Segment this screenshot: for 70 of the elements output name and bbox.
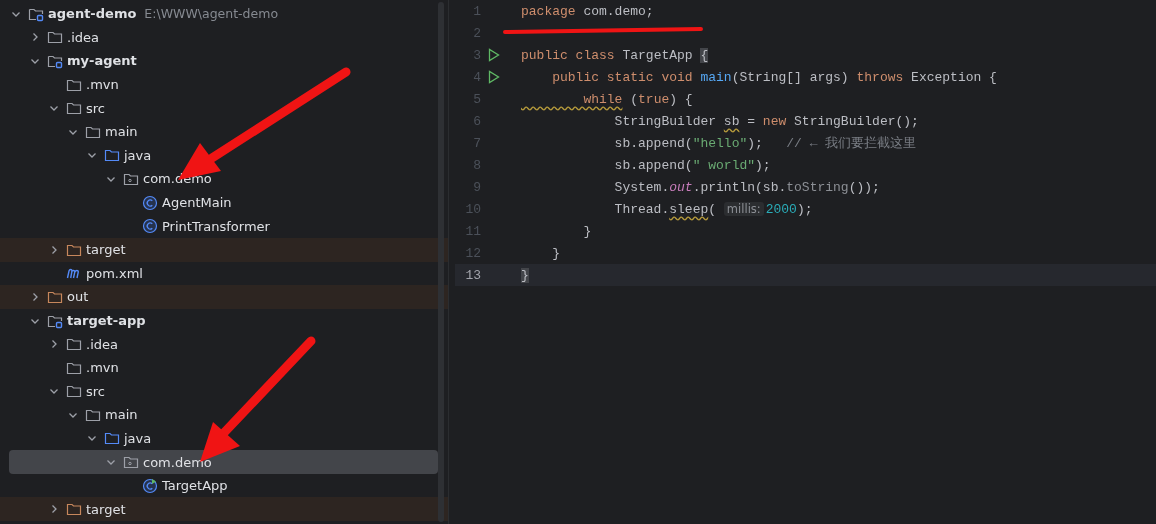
tree-row[interactable]: .idea [0,25,438,50]
class-icon [142,194,158,211]
tree-row[interactable]: target [0,497,448,522]
code-line: while (true) { [582,91,693,107]
tree-item-label: main [105,124,138,140]
tree-item-label: my-agent [67,53,137,69]
package-icon [123,454,139,471]
tree-row[interactable]: .mvn [0,72,438,97]
folder-icon [104,430,120,447]
run-icon[interactable] [487,70,501,84]
tree-row[interactable]: agent-demo E:\WWW\agent-demo [0,2,438,26]
code-line: Thread.sleep( millis: 2000); [613,201,813,217]
folder-icon [47,29,63,46]
tree-item-label: target [86,242,126,258]
folder-icon [66,501,82,518]
tree-item-label: target-app [67,313,146,328]
tree-item-label: main [105,407,138,423]
code-line: sb.append("hello"); // ← 我们要拦截这里 [613,134,917,152]
tree-row[interactable]: src [0,96,438,120]
tree-item-label: AgentMain [162,195,232,211]
folder-icon [66,336,82,353]
tree-row[interactable]: TargetApp [0,473,438,498]
tree-row[interactable]: target-app [0,308,438,333]
tree-row[interactable]: main [0,119,438,144]
scrollbar[interactable] [438,2,444,522]
tree-row[interactable]: main [0,403,438,427]
tree-item-label: TargetApp [162,478,228,494]
code-line: } [582,223,592,239]
folder-icon [104,147,120,164]
tree-row[interactable]: java [0,426,438,451]
tree-row[interactable]: PrintTransformer [0,214,438,238]
tree-row[interactable]: my-agent [0,49,438,73]
code-line: public static void main(String[] args) throws Exception { [551,69,997,85]
tree-row[interactable]: com.demo [9,450,438,474]
tree-row[interactable]: .idea [0,332,438,356]
tree-item-label: pom.xml [86,265,143,281]
tree-item-label: java [124,431,152,446]
tree-item-label: .mvn [86,360,119,376]
tree-item-label: .idea [86,336,118,352]
tree-item-label: java [124,147,152,163]
code-line: package com.demo; [521,3,654,19]
runnable-class-icon [142,477,158,494]
code-line: sb.append(" world"); [613,157,771,173]
tree-item-label: target [86,501,126,517]
tree-row[interactable]: out [0,285,448,309]
tree-item-label: PrintTransformer [162,218,270,234]
tree-row[interactable]: src [0,379,438,404]
tree-item-label: src [86,100,105,116]
tree-row[interactable]: .mvn [0,355,438,380]
code-line: System.out.println(sb.toString()); [613,179,880,195]
code-line: } [551,245,560,261]
tree-item-label: .mvn [86,77,119,93]
line-number: 13 [464,267,481,283]
tree-item-label: out [67,289,89,305]
tree-row[interactable]: target [0,237,448,262]
tree-item-label: src [86,383,105,399]
folder-icon [66,383,82,400]
tree-row[interactable]: pom.xml [0,261,438,286]
code-line: StringBuilder sb = new StringBuilder(); [613,113,919,129]
tree-row[interactable]: java [0,143,438,168]
run-icon[interactable] [487,48,501,62]
tree-item-label: .idea [67,29,99,45]
code-line: public class TargetApp { [521,47,709,63]
tree-item-label: agent-demo [48,6,137,22]
class-icon [142,218,158,235]
module-folder-icon [47,53,63,69]
folder-icon [66,100,82,117]
project-path: E:\WWW\agent-demo [144,6,279,22]
tree-item-label: com.demo [143,454,212,470]
tree-row[interactable]: AgentMain [0,190,438,215]
